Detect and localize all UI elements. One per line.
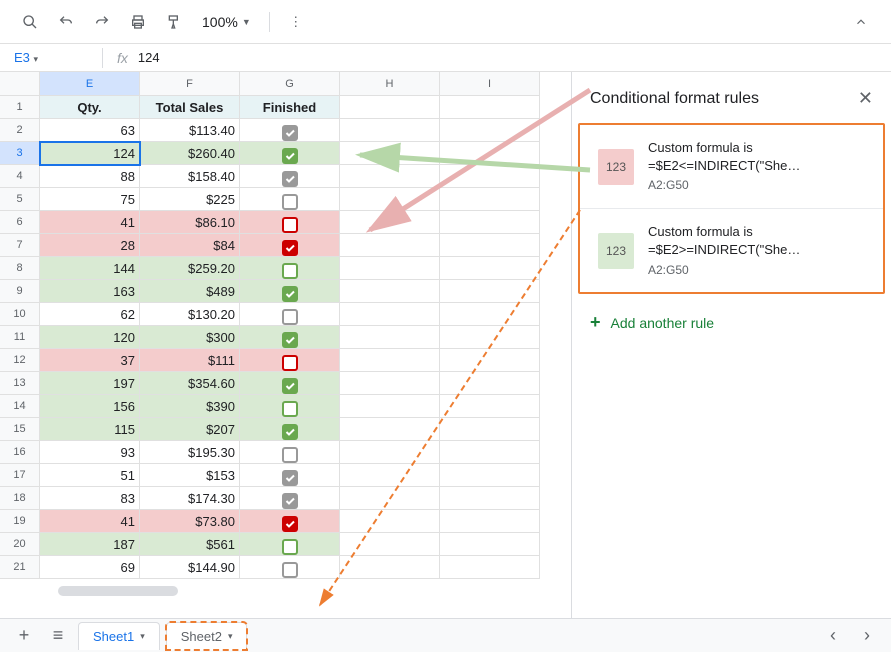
column-headers: E F G H I — [0, 72, 571, 96]
formula-bar[interactable]: 124 — [138, 50, 160, 65]
table-row[interactable]: 1237$111 — [0, 349, 571, 372]
add-sheet-button[interactable]: + — [10, 622, 38, 650]
fx-icon: fx — [117, 50, 128, 66]
table-row[interactable]: 15115$207 — [0, 418, 571, 441]
rows-container: 1Qty.Total SalesFinished263$113.403124$2… — [0, 96, 571, 579]
undo-icon[interactable] — [52, 8, 80, 36]
search-icon[interactable] — [16, 8, 44, 36]
corner[interactable] — [0, 72, 40, 96]
table-row[interactable]: 13197$354.60 — [0, 372, 571, 395]
more-icon[interactable]: ⋮ — [282, 8, 310, 36]
conditional-format-panel: Conditional format rules ✕ 123Custom for… — [571, 72, 891, 618]
main: E F G H I 1Qty.Total SalesFinished263$11… — [0, 72, 891, 618]
format-rule[interactable]: 123Custom formula is=$E2<=INDIRECT("She…… — [580, 125, 883, 209]
zoom-dropdown[interactable]: 100% ▼ — [196, 14, 257, 30]
table-row[interactable]: 8144$259.20 — [0, 257, 571, 280]
col-header-I[interactable]: I — [440, 72, 540, 96]
table-row[interactable]: 728$84 — [0, 234, 571, 257]
paint-format-icon[interactable] — [160, 8, 188, 36]
col-header-F[interactable]: F — [140, 72, 240, 96]
tab-sheet2[interactable]: Sheet2▾ — [166, 622, 248, 650]
table-row[interactable]: 9163$489 — [0, 280, 571, 303]
all-sheets-button[interactable]: ≡ — [44, 622, 72, 650]
table-row[interactable]: 11120$300 — [0, 326, 571, 349]
panel-title: Conditional format rules — [590, 90, 759, 108]
table-row[interactable]: 1751$153 — [0, 464, 571, 487]
close-icon[interactable]: ✕ — [858, 88, 873, 109]
sheet-tabs-bar: + ≡ Sheet1▾ Sheet2▾ ‹ › — [0, 618, 891, 652]
tab-sheet1[interactable]: Sheet1▾ — [78, 622, 160, 650]
add-rule-button[interactable]: + Add another rule — [572, 294, 891, 351]
grid[interactable]: E F G H I 1Qty.Total SalesFinished263$11… — [0, 72, 571, 618]
table-row[interactable]: 575$225 — [0, 188, 571, 211]
table-row[interactable]: 1883$174.30 — [0, 487, 571, 510]
collapse-toolbar-icon[interactable] — [847, 8, 875, 36]
toolbar: 100% ▼ ⋮ — [0, 0, 891, 44]
table-row[interactable]: 3124$260.40 — [0, 142, 571, 165]
table-row[interactable]: 641$86.10 — [0, 211, 571, 234]
col-header-E[interactable]: E — [40, 72, 140, 96]
rule-swatch: 123 — [598, 149, 634, 185]
chevron-down-icon: ▾ — [228, 631, 233, 642]
table-row[interactable]: 1693$195.30 — [0, 441, 571, 464]
chevron-down-icon: ▾ — [140, 631, 145, 642]
divider — [269, 12, 270, 32]
chevron-down-icon: ▼ — [242, 17, 251, 27]
col-header-H[interactable]: H — [340, 72, 440, 96]
add-rule-label: Add another rule — [611, 315, 715, 331]
print-icon[interactable] — [124, 8, 152, 36]
rules-list: 123Custom formula is=$E2<=INDIRECT("She…… — [578, 123, 885, 294]
zoom-value: 100% — [202, 14, 238, 30]
table-row[interactable]: 488$158.40 — [0, 165, 571, 188]
panel-header: Conditional format rules ✕ — [572, 72, 891, 123]
redo-icon[interactable] — [88, 8, 116, 36]
formula-bar-row: E3 ▾ fx 124 — [0, 44, 891, 72]
divider — [102, 48, 103, 68]
table-row[interactable]: 2169$144.90 — [0, 556, 571, 579]
horizontal-scrollbar[interactable] — [58, 586, 178, 596]
chevron-down-icon: ▾ — [34, 54, 39, 64]
format-rule[interactable]: 123Custom formula is=$E2>=INDIRECT("She…… — [580, 209, 883, 292]
name-box[interactable]: E3 ▾ — [8, 48, 88, 67]
col-header-G[interactable]: G — [240, 72, 340, 96]
table-row[interactable]: 1062$130.20 — [0, 303, 571, 326]
scroll-left-icon[interactable]: ‹ — [819, 622, 847, 650]
plus-icon: + — [590, 312, 601, 333]
scroll-right-icon[interactable]: › — [853, 622, 881, 650]
table-row[interactable]: 1941$73.80 — [0, 510, 571, 533]
table-row[interactable]: 263$113.40 — [0, 119, 571, 142]
table-row[interactable]: 14156$390 — [0, 395, 571, 418]
table-row[interactable]: 20187$561 — [0, 533, 571, 556]
rule-swatch: 123 — [598, 233, 634, 269]
